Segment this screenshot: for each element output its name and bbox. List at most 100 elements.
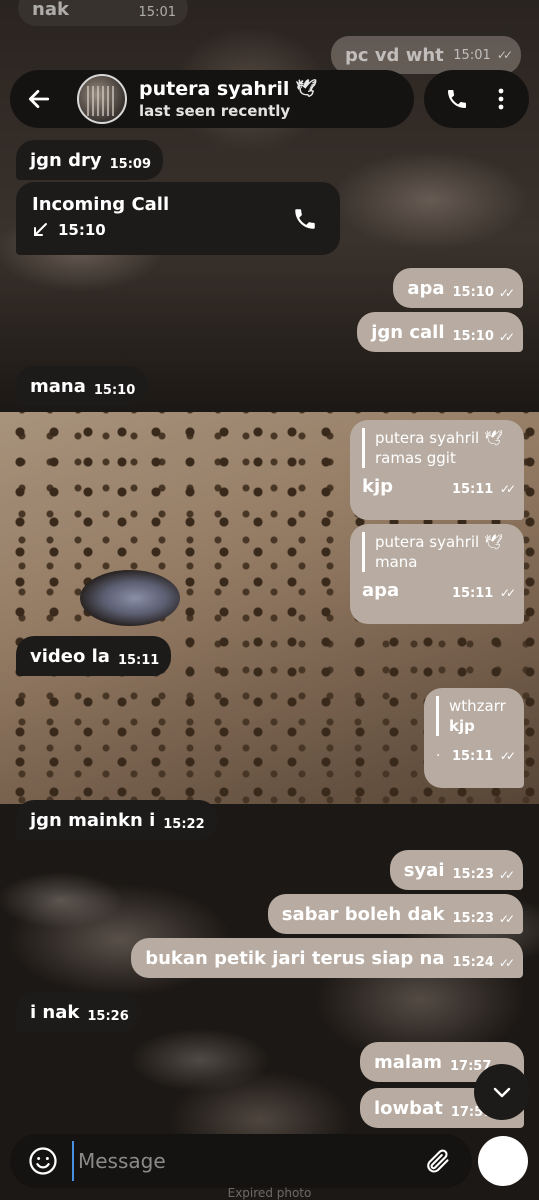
expired-photo-label: Expired photo bbox=[227, 1186, 312, 1200]
message-bubble-outgoing[interactable]: jgn call 15:10 ✓✓ bbox=[357, 312, 523, 352]
message-text: pc vd wht bbox=[345, 44, 444, 66]
message-time: 15:23 ✓✓ bbox=[452, 911, 516, 926]
message-text: malam bbox=[374, 1052, 442, 1073]
attach-button[interactable] bbox=[412, 1136, 462, 1186]
contact-name-row: putera syahril 🕊 bbox=[139, 78, 317, 100]
message-time-value: 15:10 bbox=[452, 329, 494, 344]
quote-author: putera syahril bbox=[375, 429, 480, 447]
scroll-down-button[interactable] bbox=[474, 1064, 530, 1120]
contact-status: last seen recently bbox=[139, 102, 291, 120]
message-bubble-incoming[interactable]: i nak 15:26 bbox=[16, 992, 141, 1032]
read-ticks-icon: ✓✓ bbox=[498, 285, 515, 300]
back-button[interactable] bbox=[13, 73, 65, 125]
reply-quote[interactable]: putera syahril 🕊 mana bbox=[362, 532, 512, 572]
message-text: jgn mainkn i bbox=[30, 810, 156, 831]
phone-icon bbox=[447, 90, 466, 108]
dove-emoji-icon: 🕊 bbox=[483, 429, 503, 447]
reply-body: apa 15:11 ✓✓ bbox=[362, 580, 516, 601]
message-time: 15:22 bbox=[163, 817, 205, 832]
reply-body: · 15:11 ✓✓ bbox=[436, 748, 516, 764]
call-meta: 15:10 bbox=[32, 221, 324, 239]
voice-record-button[interactable] bbox=[478, 1136, 528, 1186]
quote-text: ramas ggit bbox=[375, 449, 456, 467]
message-bubble-partial[interactable]: pc vd wht 15:01 ✓✓ bbox=[331, 36, 521, 74]
message-bubble-incoming[interactable]: mana 15:10 bbox=[16, 366, 148, 406]
message-time: 15:01 bbox=[138, 5, 176, 20]
message-bubble-outgoing[interactable]: bukan petik jari terus siap na 15:24 ✓✓ bbox=[131, 938, 523, 978]
message-bubble-incoming[interactable]: video la 15:11 bbox=[16, 636, 172, 676]
message-bubble-outgoing[interactable]: apa 15:10 ✓✓ bbox=[393, 268, 523, 308]
dove-emoji-icon: 🕊 bbox=[295, 79, 317, 99]
message-text: i nak bbox=[30, 1002, 80, 1023]
message-text: sabar boleh dak bbox=[281, 904, 445, 925]
message-time: 15:26 bbox=[87, 1009, 129, 1024]
phone-icon bbox=[295, 209, 315, 229]
call-button[interactable] bbox=[437, 79, 477, 119]
message-text: kjp bbox=[362, 476, 394, 497]
read-ticks-icon: ✓✓ bbox=[499, 749, 516, 763]
quote-author-row: putera syahril 🕊 bbox=[375, 428, 512, 448]
message-time-value: 15:10 bbox=[452, 285, 494, 300]
message-time-value: 15:23 bbox=[452, 867, 494, 882]
chat-header: putera syahril 🕊 last seen recently bbox=[10, 70, 414, 128]
quote-text: mana bbox=[375, 553, 418, 571]
call-time: 15:10 bbox=[58, 221, 106, 239]
message-bubble-outgoing[interactable]: syai 15:23 ✓✓ bbox=[389, 850, 523, 890]
message-time-value: 15:11 bbox=[451, 482, 494, 497]
message-text: nak bbox=[32, 0, 69, 20]
message-time-value: 15:11 bbox=[451, 586, 494, 601]
message-bubble-reply[interactable]: putera syahril 🕊 ramas ggit kjp 15:11 ✓✓ bbox=[350, 420, 524, 520]
paperclip-icon bbox=[427, 1149, 449, 1173]
call-back-button[interactable] bbox=[292, 206, 318, 236]
message-bubble-quote[interactable]: wthzarr kjp · 15:11 ✓✓ bbox=[424, 688, 524, 788]
message-text: jgn call bbox=[371, 322, 445, 343]
read-ticks-icon: ✓✓ bbox=[498, 911, 515, 926]
message-bubble-reply[interactable]: putera syahril 🕊 mana apa 15:11 ✓✓ bbox=[350, 524, 524, 624]
message-time: 15:01 ✓✓ bbox=[453, 47, 513, 63]
message-composer bbox=[10, 1134, 472, 1188]
contact-info[interactable]: putera syahril 🕊 last seen recently bbox=[139, 78, 317, 120]
read-ticks-icon: ✓✓ bbox=[499, 482, 516, 496]
quote-author: wthzarr bbox=[449, 697, 506, 715]
contact-name: putera syahril bbox=[139, 78, 290, 100]
message-text: bukan petik jari terus siap na bbox=[145, 948, 445, 969]
message-time: 15:11 ✓✓ bbox=[451, 749, 516, 764]
message-time: 15:10 ✓✓ bbox=[452, 285, 516, 300]
message-text: lowbat bbox=[374, 1098, 443, 1119]
message-time: 15:11 ✓✓ bbox=[451, 482, 516, 497]
message-bubble-incoming[interactable]: jgn dry 15:09 bbox=[16, 140, 164, 180]
quote-author: putera syahril bbox=[375, 533, 480, 551]
incoming-call-card[interactable]: Incoming Call 15:10 bbox=[16, 182, 340, 255]
message-input[interactable] bbox=[72, 1141, 412, 1181]
more-vertical-icon bbox=[498, 88, 504, 110]
message-time-value: 15:24 bbox=[452, 955, 494, 970]
emoji-button[interactable] bbox=[18, 1136, 68, 1186]
read-ticks-icon: ✓✓ bbox=[496, 47, 513, 62]
message-text: video la bbox=[30, 646, 110, 667]
reply-quote[interactable]: wthzarr kjp bbox=[436, 696, 512, 736]
reply-body: kjp 15:11 ✓✓ bbox=[362, 476, 516, 497]
message-text: syai bbox=[403, 860, 445, 881]
message-bubble-incoming[interactable]: jgn mainkn i 15:22 bbox=[16, 800, 217, 840]
message-text: apa bbox=[407, 278, 445, 299]
read-ticks-icon: ✓✓ bbox=[498, 329, 515, 344]
wallpaper-leopard-eye bbox=[80, 570, 180, 626]
message-time: 15:09 bbox=[109, 157, 152, 172]
call-title: Incoming Call bbox=[32, 194, 170, 215]
quote-text: kjp bbox=[449, 717, 475, 735]
message-time: 15:24 ✓✓ bbox=[452, 955, 516, 970]
back-arrow-icon bbox=[28, 90, 50, 108]
reply-quote[interactable]: putera syahril 🕊 ramas ggit bbox=[362, 428, 512, 468]
chevron-down-icon bbox=[493, 1087, 511, 1098]
more-options-button[interactable] bbox=[486, 79, 516, 119]
header-actions bbox=[424, 70, 529, 128]
message-time-value: 15:11 bbox=[451, 749, 494, 764]
message-bubble-outgoing[interactable]: sabar boleh dak 15:23 ✓✓ bbox=[267, 894, 523, 934]
message-time-value: 15:23 bbox=[452, 911, 494, 926]
message-bubble-partial[interactable]: nak 15:01 bbox=[18, 0, 188, 26]
quote-author-row: putera syahril 🕊 bbox=[375, 532, 512, 552]
contact-avatar[interactable] bbox=[77, 74, 127, 124]
message-time: 15:23 ✓✓ bbox=[452, 867, 516, 882]
message-text: apa bbox=[362, 580, 400, 601]
message-time: 15:10 ✓✓ bbox=[452, 329, 516, 344]
